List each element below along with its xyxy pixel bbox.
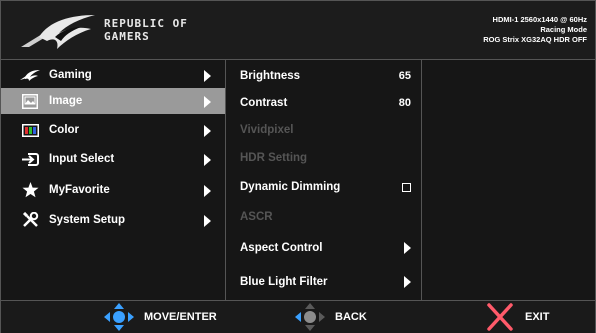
chevron-right-icon: [204, 215, 211, 227]
exit-button[interactable]: EXIT: [485, 301, 549, 333]
brightness-value: 65: [398, 70, 411, 82]
back-navigation-icon: [295, 303, 325, 331]
chevron-right-icon: [204, 125, 211, 137]
back-label: BACK: [335, 311, 367, 323]
menu-item-label: Gaming: [49, 69, 92, 81]
chevron-right-icon: [404, 276, 411, 288]
menu-item-input-select[interactable]: Input Select: [1, 146, 225, 172]
sub-item-label: HDR Setting: [240, 152, 308, 164]
sub-item-label: Aspect Control: [240, 242, 323, 254]
move-enter-label: MOVE/ENTER: [144, 311, 217, 323]
menu-item-label: System Setup: [49, 214, 126, 226]
sub-item-vividpixel: Vividpixel: [226, 118, 421, 142]
sub-item-aspect-control[interactable]: Aspect Control: [226, 236, 421, 260]
value-panel: [422, 60, 595, 300]
sub-item-contrast[interactable]: Contrast 80: [226, 91, 421, 115]
status-mode: Racing Mode: [540, 25, 587, 34]
sub-item-label: Dynamic Dimming: [240, 181, 341, 193]
rog-eye-icon: [20, 67, 40, 83]
sub-menu: Brightness 65 Contrast 80 Vividpixel HDR…: [226, 60, 422, 300]
rog-logo-icon: [21, 15, 95, 49]
sub-item-ascr: ASCR: [226, 205, 421, 229]
status-model: ROG Strix XG32AQ HDR OFF: [483, 35, 587, 44]
chevron-right-icon: [204, 70, 211, 82]
sub-item-dynamic-dimming[interactable]: Dynamic Dimming: [226, 175, 421, 199]
sub-item-blue-light-filter[interactable]: Blue Light Filter: [226, 270, 421, 294]
color-icon: [20, 122, 40, 138]
sub-item-hdr-setting: HDR Setting: [226, 146, 421, 170]
sub-item-brightness[interactable]: Brightness 65: [226, 64, 421, 88]
status-input: HDMI-1 2560x1440 @ 60Hz: [492, 15, 587, 24]
brand-line2: GAMERS: [104, 30, 150, 43]
chevron-right-icon: [204, 154, 211, 166]
main-menu: Gaming Image Color Input Select MyFavori…: [1, 60, 226, 300]
menu-item-system-setup[interactable]: System Setup: [1, 207, 225, 233]
sub-item-label: Contrast: [240, 97, 288, 109]
menu-item-label: Image: [49, 95, 83, 107]
contrast-value: 80: [398, 97, 411, 109]
chevron-right-icon: [204, 96, 211, 108]
menu-item-color[interactable]: Color: [1, 117, 225, 143]
sub-item-label: Vividpixel: [240, 124, 294, 136]
chevron-right-icon: [404, 242, 411, 254]
footer-bar: MOVE/ENTER BACK EXIT: [1, 300, 595, 333]
menu-item-gaming[interactable]: Gaming: [1, 62, 225, 88]
brand-text: REPUBLIC OF GAMERS: [104, 18, 188, 44]
wrench-screwdriver-icon: [20, 212, 40, 228]
sub-item-label: ASCR: [240, 211, 273, 223]
header-bar: REPUBLIC OF GAMERS HDMI-1 2560x1440 @ 60…: [1, 1, 595, 60]
menu-item-label: MyFavorite: [49, 184, 110, 196]
chevron-right-icon: [204, 185, 211, 197]
star-icon: [20, 182, 40, 198]
osd-menu: REPUBLIC OF GAMERS HDMI-1 2560x1440 @ 60…: [0, 0, 596, 333]
menu-item-myfavorite[interactable]: MyFavorite: [1, 177, 225, 203]
input-select-icon: [20, 151, 40, 167]
menu-item-label: Input Select: [49, 153, 115, 165]
menu-item-label: Color: [49, 124, 80, 136]
brand-line1: REPUBLIC OF: [104, 17, 188, 30]
sub-item-label: Brightness: [240, 70, 301, 82]
five-way-navigation-icon: [104, 303, 134, 331]
move-enter-button[interactable]: MOVE/ENTER: [104, 301, 217, 333]
sub-item-label: Blue Light Filter: [240, 276, 328, 288]
status-info: HDMI-1 2560x1440 @ 60Hz Racing Mode ROG …: [483, 15, 587, 45]
back-button[interactable]: BACK: [295, 301, 367, 333]
image-icon: [20, 93, 40, 109]
menu-item-image[interactable]: Image: [1, 88, 225, 114]
exit-label: EXIT: [525, 311, 550, 323]
close-icon: [487, 303, 513, 331]
dynamic-dimming-checkbox[interactable]: [402, 182, 411, 192]
